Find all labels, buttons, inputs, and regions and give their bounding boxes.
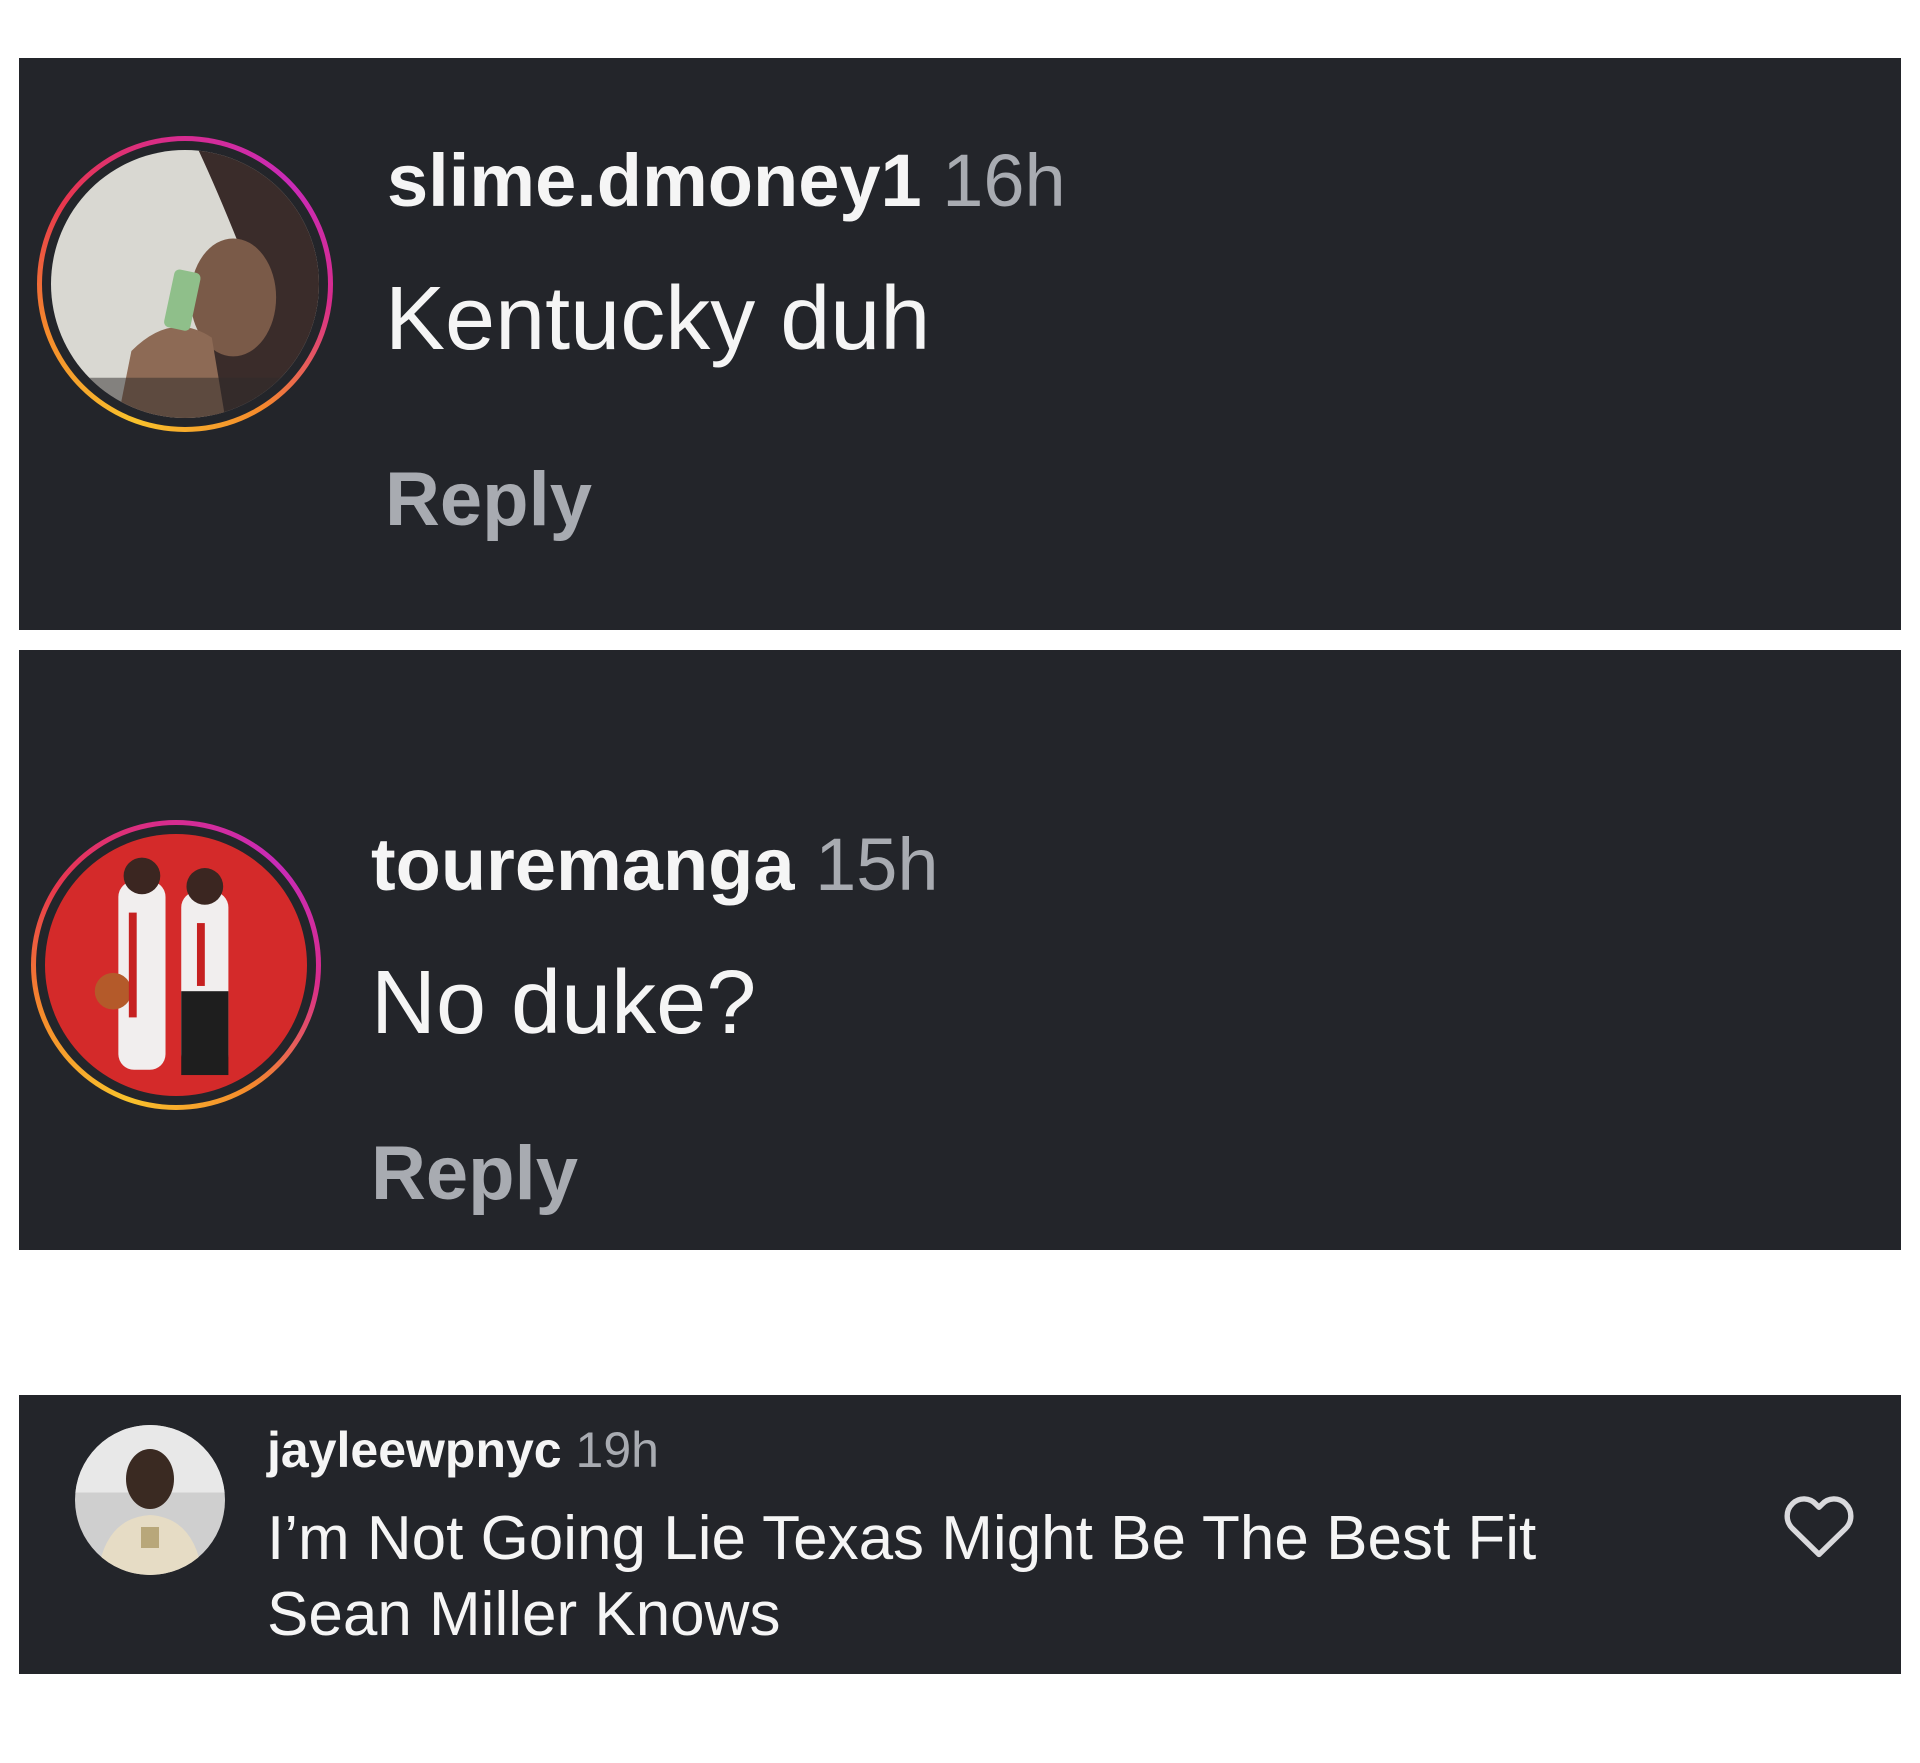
avatar <box>51 150 319 418</box>
avatar <box>45 834 307 1096</box>
comment-text: I’m Not Going Lie Texas Might Be The Bes… <box>267 1501 1536 1653</box>
avatar-ring-gap <box>42 141 328 427</box>
reply-button[interactable]: Reply <box>371 1130 578 1217</box>
heart-outline-icon[interactable] <box>1781 1490 1857 1560</box>
timestamp: 19h <box>575 1422 659 1478</box>
avatar-story-ring[interactable] <box>37 136 333 432</box>
avatar-photo-frame <box>75 1425 225 1575</box>
avatar-ring-gap <box>36 825 316 1105</box>
comment-text: Kentucky duh <box>385 269 931 369</box>
avatar-photo <box>75 1425 225 1575</box>
username[interactable]: slime.dmoney1 <box>387 139 922 222</box>
comment-text-line: Sean Miller Knows <box>267 1580 781 1649</box>
avatar[interactable] <box>75 1425 225 1575</box>
comment-card: touremanga 15h No duke? Reply <box>19 650 1901 1250</box>
username[interactable]: jayleewpnyc <box>267 1422 562 1478</box>
comment-text-line: I’m Not Going Lie Texas Might Be The Bes… <box>267 1504 1537 1573</box>
avatar-photo <box>45 834 307 1096</box>
comment-card: slime.dmoney1 16h Kentucky duh Reply <box>19 58 1901 630</box>
comment-header: slime.dmoney1 16h <box>387 138 1066 223</box>
reply-button[interactable]: Reply <box>385 456 592 543</box>
comment-text: No duke? <box>371 953 757 1053</box>
timestamp: 15h <box>815 823 939 906</box>
avatar-story-ring[interactable] <box>31 820 321 1110</box>
timestamp: 16h <box>942 139 1066 222</box>
avatar-photo <box>51 150 319 418</box>
comment-header: jayleewpnyc 19h <box>267 1421 659 1479</box>
comment-header: touremanga 15h <box>371 822 939 907</box>
comment-card: jayleewpnyc 19h I’m Not Going Lie Texas … <box>19 1395 1901 1674</box>
username[interactable]: touremanga <box>371 823 795 906</box>
